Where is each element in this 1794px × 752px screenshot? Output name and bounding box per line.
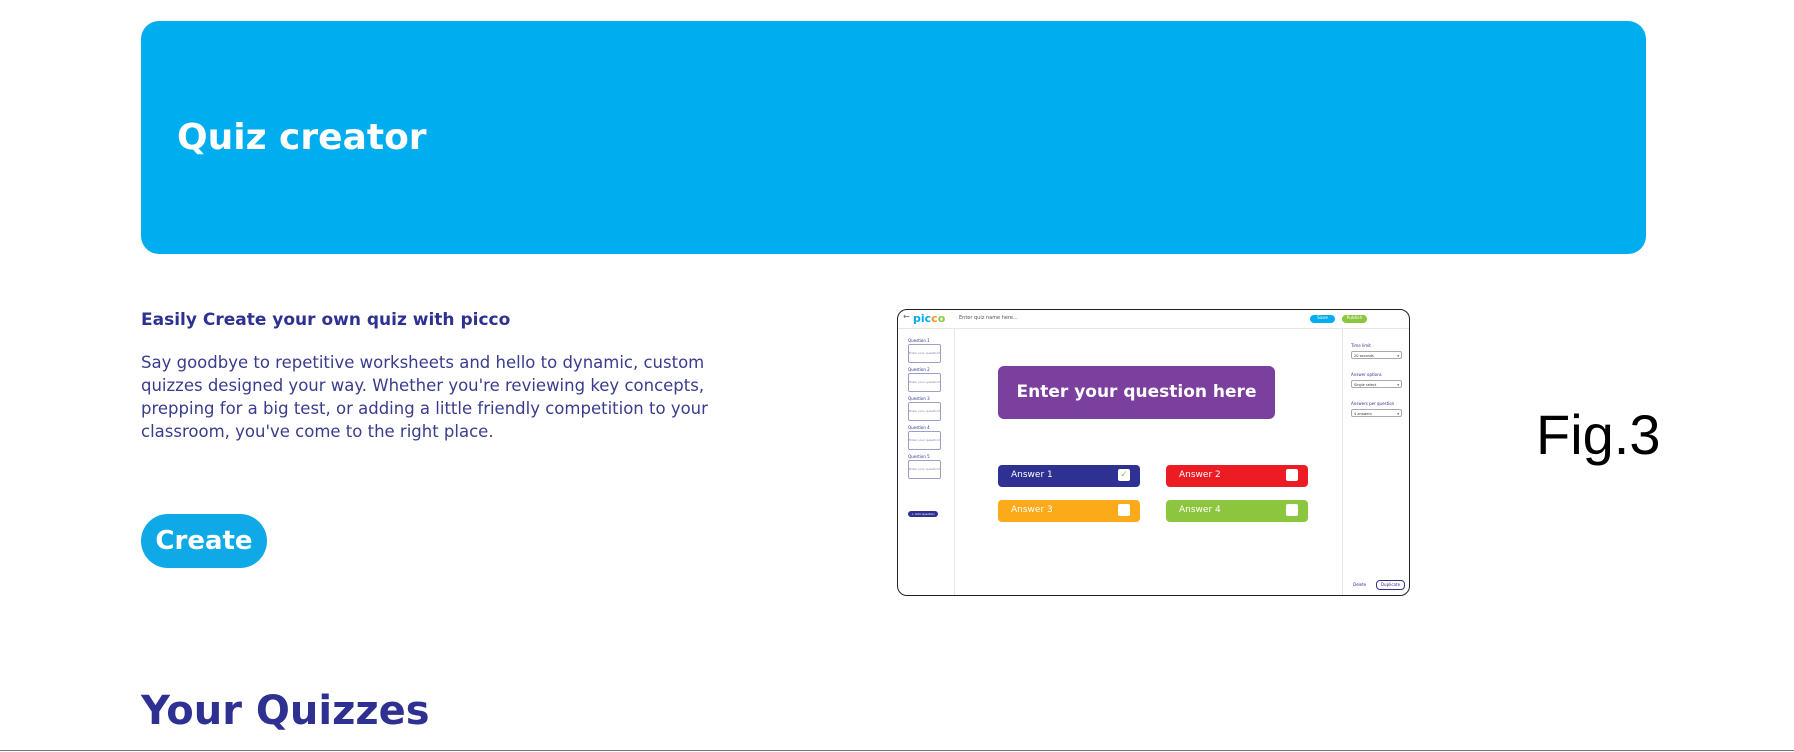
answer-option-2: Answer 2 xyxy=(1166,465,1308,487)
preview-topbar: ← picco Enter quiz name here... Save Pub… xyxy=(898,310,1409,329)
page-title: Quiz creator xyxy=(177,117,427,158)
settings-panel: Time limit 20 seconds ▾ Answer options Si… xyxy=(1342,329,1409,595)
preview-publish-button: Publish xyxy=(1342,315,1367,323)
add-question-button: + Add question xyxy=(908,511,938,517)
quiz-name-field: Enter quiz name here... xyxy=(959,315,1018,321)
answer-option-3: Answer 3 xyxy=(998,500,1140,522)
answers-per-question-select: 4 answers ▾ xyxy=(1351,409,1402,417)
question-list-item: Question 4 Enter your question? xyxy=(908,425,941,450)
answer-option-1: Answer 1 ✓ xyxy=(998,465,1140,487)
checkbox-icon xyxy=(1286,504,1298,516)
divider xyxy=(0,750,1794,751)
answers-per-question-label: Answers per question xyxy=(1351,401,1395,406)
time-limit-select: 20 seconds ▾ xyxy=(1351,351,1402,359)
chevron-down-icon: ▾ xyxy=(1397,412,1399,416)
hero-banner: Quiz creator xyxy=(141,21,1646,254)
question-input: Enter your question here xyxy=(998,366,1275,419)
time-limit-label: Time limit xyxy=(1351,343,1371,348)
your-quizzes-heading: Your Quizzes xyxy=(141,688,430,734)
picco-logo: picco xyxy=(913,312,946,325)
delete-button: Delete xyxy=(1353,582,1367,587)
checkbox-icon xyxy=(1286,469,1298,481)
question-list-item: Question 5 Enter your question? xyxy=(908,454,941,479)
answer-options-label: Answer options xyxy=(1351,372,1382,377)
question-list-item: Question 2 Enter your question? xyxy=(908,367,941,392)
preview-save-button: Save xyxy=(1310,315,1335,323)
chevron-down-icon: ▾ xyxy=(1397,383,1399,387)
intro-heading: Easily Create your own quiz with picco xyxy=(141,310,511,330)
answer-options-select: Single select ▾ xyxy=(1351,380,1402,388)
back-arrow-icon: ← xyxy=(903,312,910,321)
chevron-down-icon: ▾ xyxy=(1397,354,1399,358)
intro-body: Say goodbye to repetitive worksheets and… xyxy=(141,353,708,441)
duplicate-button: Duplicate xyxy=(1376,580,1405,590)
question-list-panel: Question 1 Enter your question? Question… xyxy=(898,329,955,595)
figure-label: Fig.3 xyxy=(1536,403,1661,466)
checkbox-icon xyxy=(1118,504,1130,516)
question-list-item: Question 1 Enter your question? xyxy=(908,338,941,363)
answer-option-4: Answer 4 xyxy=(1166,500,1308,522)
create-button[interactable]: Create xyxy=(141,514,267,568)
question-list-item: Question 3 Enter your question? xyxy=(908,396,941,421)
checkmark-icon: ✓ xyxy=(1118,469,1130,481)
quiz-editor-preview: ← picco Enter quiz name here... Save Pub… xyxy=(897,309,1410,596)
